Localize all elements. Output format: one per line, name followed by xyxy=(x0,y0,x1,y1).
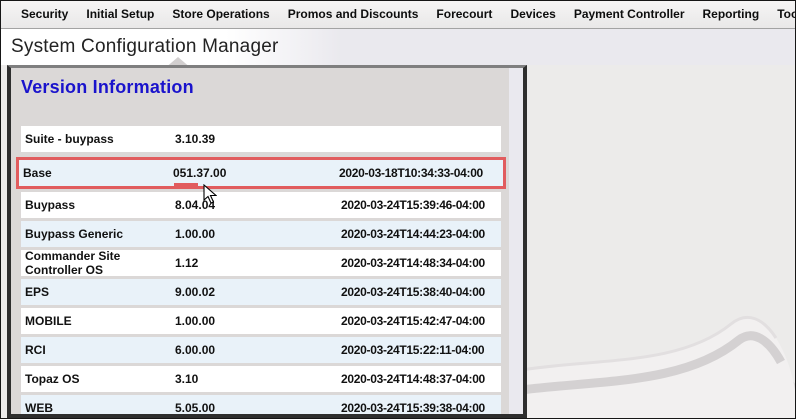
version-row-web: WEB 5.05.00 2020-03-24T15:39:38-04:00 xyxy=(21,395,501,415)
menu-item-forecourt[interactable]: Forecourt xyxy=(427,1,501,28)
menu-item-devices[interactable]: Devices xyxy=(501,1,564,28)
mouse-cursor-icon xyxy=(203,183,218,207)
menu-item-promos-and-discounts[interactable]: Promos and Discounts xyxy=(279,1,428,28)
screenshot-frame: Security Initial Setup Store Operations Pro… xyxy=(0,0,796,419)
swoosh-graphic xyxy=(527,315,795,418)
component-name: RCI xyxy=(25,343,46,357)
component-timestamp: 2020-03-24T15:38:40-04:00 xyxy=(341,285,485,299)
menu-item-store-operations[interactable]: Store Operations xyxy=(163,1,278,28)
component-version: 3.10.39 xyxy=(175,132,216,146)
component-name: Buypass xyxy=(25,198,76,212)
menu-item-reporting[interactable]: Reporting xyxy=(694,1,769,28)
menu-item-tools[interactable]: Tools xyxy=(768,1,795,28)
component-version: 3.10 xyxy=(175,372,199,386)
version-row-commander-site-controller-os: Commander Site Controller OS 1.12 2020-03-… xyxy=(21,249,501,277)
scrollbar-track[interactable] xyxy=(509,68,523,414)
component-version: 9.00.02 xyxy=(175,285,216,299)
component-name: Suite - buypass xyxy=(25,132,114,146)
component-timestamp: 2020-03-24T15:42:47-04:00 xyxy=(341,314,485,328)
menu-item-payment-controller[interactable]: Payment Controller xyxy=(565,1,694,28)
menubar: Security Initial Setup Store Operations Pro… xyxy=(1,1,795,29)
version-row-buypass-generic: Buypass Generic 1.00.00 2020-03-24T14:44:2… xyxy=(21,221,501,247)
component-timestamp: 2020-03-24T14:44:23-04:00 xyxy=(341,227,485,241)
header-band: System Configuration Manager xyxy=(1,29,795,65)
component-timestamp: 2020-03-24T15:22:11-04:00 xyxy=(341,343,485,357)
component-name: WEB xyxy=(25,401,53,415)
component-name: Topaz OS xyxy=(25,372,80,386)
component-version: 5.05.00 xyxy=(175,401,216,415)
menu-item-security[interactable]: Security xyxy=(12,1,77,28)
component-timestamp: 2020-03-24T14:48:37-04:00 xyxy=(341,372,485,386)
version-row-mobile: MOBILE 1.00.00 2020-03-24T15:42:47-04:00 xyxy=(21,308,501,334)
version-row-base: Base 051.37.00 2020-03-18T10:34:33-04:00 xyxy=(19,160,503,204)
highlight-callout-box: Base 051.37.00 2020-03-18T10:34:33-04:00 xyxy=(16,157,506,204)
component-timestamp: 2020-03-24T15:39:46-04:00 xyxy=(341,198,485,212)
version-table: Suite - buypass 3.10.39 Base 051.37.00 2020-… xyxy=(16,126,506,415)
component-version: 6.00.00 xyxy=(175,343,216,357)
component-timestamp: 2020-03-24T14:48:34-04:00 xyxy=(341,256,485,270)
component-name: EPS xyxy=(25,285,50,299)
panel-title: Version Information xyxy=(21,77,194,97)
component-version: 1.12 xyxy=(175,256,199,270)
component-name: MOBILE xyxy=(25,314,72,328)
component-timestamp: 2020-03-24T15:39:38-04:00 xyxy=(341,401,485,415)
component-version: 8.04.04 xyxy=(175,198,216,212)
version-panel: Version Information Suite - buypass 3.10.… xyxy=(7,65,527,418)
component-timestamp: 2020-03-18T10:34:33-04:00 xyxy=(339,166,483,180)
component-name: Buypass Generic xyxy=(25,227,124,241)
menu-item-initial-setup[interactable]: Initial Setup xyxy=(77,1,163,28)
component-version: 051.37.00 xyxy=(173,166,339,204)
page-title: System Configuration Manager xyxy=(11,36,279,57)
version-row-eps: EPS 9.00.02 2020-03-24T15:38:40-04:00 xyxy=(21,279,501,305)
version-row-topaz-os: Topaz OS 3.10 2020-03-24T14:48:37-04:00 xyxy=(21,366,501,392)
version-row-suite-buypass: Suite - buypass 3.10.39 xyxy=(21,126,501,152)
version-row-buypass: Buypass 8.04.04 2020-03-24T15:39:46-04:00 xyxy=(21,192,501,218)
version-row-rci: RCI 6.00.00 2020-03-24T15:22:11-04:00 xyxy=(21,337,501,363)
red-underline-annotation xyxy=(174,183,198,187)
component-version: 1.00.00 xyxy=(175,227,216,241)
component-name: Commander Site Controller OS xyxy=(25,249,121,277)
component-name: Base xyxy=(23,166,52,180)
component-version: 1.00.00 xyxy=(175,314,216,328)
